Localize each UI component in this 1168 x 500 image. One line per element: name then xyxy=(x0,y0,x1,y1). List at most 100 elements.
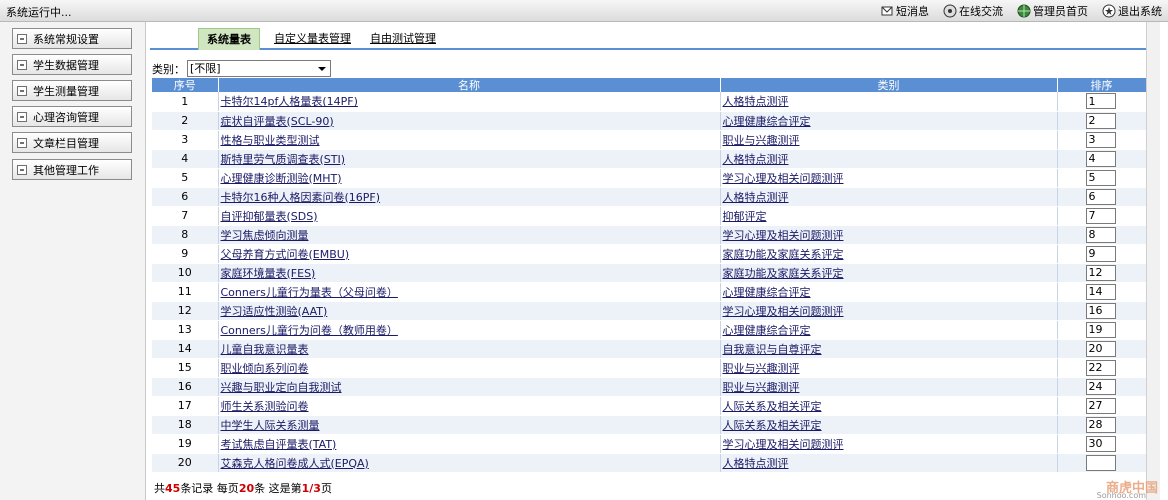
row-category-cell: 职业与兴趣测评 xyxy=(719,358,1057,378)
order-input[interactable] xyxy=(1085,378,1116,395)
sidebar-item-student-measurement[interactable]: 学生测量管理 xyxy=(12,80,132,101)
tab-system-scales[interactable]: 系统量表 xyxy=(198,28,260,50)
scale-name-link[interactable]: 职业倾向系列问卷 xyxy=(221,362,309,375)
scale-name-link[interactable]: 师生关系测验问卷 xyxy=(221,400,309,413)
category-link[interactable]: 人格特点测评 xyxy=(723,191,789,204)
scale-name-link[interactable]: 自评抑郁量表(SDS) xyxy=(221,210,318,223)
row-order-cell xyxy=(1056,377,1146,397)
table-row: 9 父母养育方式问卷(EMBU) 家庭功能及家庭关系评定 xyxy=(152,244,1146,264)
table-row: 19 考试焦虑自评量表(TAT) 学习心理及相关问题测评 xyxy=(152,434,1146,454)
table-row: 2 症状自评量表(SCL-90) 心理健康综合评定 xyxy=(152,111,1146,131)
category-link[interactable]: 家庭功能及家庭关系评定 xyxy=(723,267,844,280)
category-link[interactable]: 职业与兴趣测评 xyxy=(723,362,800,375)
order-input[interactable] xyxy=(1085,245,1116,262)
row-name-cell: 斯特里劳气质调查表(STI) xyxy=(217,149,720,169)
category-link[interactable]: 职业与兴趣测评 xyxy=(723,381,800,394)
tab-custom-scales[interactable]: 自定义量表管理 xyxy=(266,28,359,50)
scale-name-link[interactable]: 卡特尔14pf人格量表(14PF) xyxy=(221,95,358,108)
row-name-cell: 艾森克人格问卷成人式(EPQA) xyxy=(217,453,720,473)
row-category-cell: 人格特点测评 xyxy=(719,92,1057,112)
category-link[interactable]: 人格特点测评 xyxy=(723,95,789,108)
sidebar-item-articles[interactable]: 文章栏目管理 xyxy=(12,132,132,153)
row-category-cell: 学习心理及相关问题测评 xyxy=(719,434,1057,454)
message-icon xyxy=(881,6,893,16)
category-link[interactable]: 人格特点测评 xyxy=(723,457,789,470)
category-filter: 类别： [不限] xyxy=(152,60,331,77)
row-name-cell: 自评抑郁量表(SDS) xyxy=(217,206,720,226)
scale-name-link[interactable]: 斯特里劳气质调查表(STI) xyxy=(221,153,346,166)
order-input[interactable] xyxy=(1085,302,1116,319)
sidebar-item-other[interactable]: 其他管理工作 xyxy=(12,159,132,180)
scale-name-link[interactable]: 心理健康诊断测验(MHT) xyxy=(221,172,342,185)
order-input[interactable] xyxy=(1085,93,1116,110)
scale-name-link[interactable]: 性格与职业类型测试 xyxy=(221,134,320,147)
scale-name-link[interactable]: 考试焦虑自评量表(TAT) xyxy=(221,438,337,451)
order-input[interactable] xyxy=(1085,359,1116,376)
main-panel: 系统量表 自定义量表管理 自由测试管理 类别： [不限] 序号 名称 类别 排序… xyxy=(150,22,1168,500)
order-input[interactable] xyxy=(1085,264,1116,281)
order-input[interactable] xyxy=(1085,340,1116,357)
category-select[interactable]: [不限] xyxy=(187,60,331,77)
row-order-cell xyxy=(1056,111,1146,131)
category-link[interactable]: 学习心理及相关问题测评 xyxy=(723,229,844,242)
scale-name-link[interactable]: 学习适应性测验(AAT) xyxy=(221,305,328,318)
order-input[interactable] xyxy=(1085,454,1116,471)
category-link[interactable]: 学习心理及相关问题测评 xyxy=(723,305,844,318)
category-link[interactable]: 自我意识与自尊评定 xyxy=(723,343,822,356)
category-link[interactable]: 心理健康综合评定 xyxy=(723,286,811,299)
tab-bar: 系统量表 自定义量表管理 自由测试管理 xyxy=(150,26,1146,50)
scale-name-link[interactable]: 兴趣与职业定向自我测试 xyxy=(221,381,342,394)
category-link[interactable]: 心理健康综合评定 xyxy=(723,324,811,337)
order-input[interactable] xyxy=(1085,435,1116,452)
admin-home-link[interactable]: 管理员首页 xyxy=(1017,2,1088,20)
sidebar-item-student-data[interactable]: 学生数据管理 xyxy=(12,54,132,75)
row-name-cell: 职业倾向系列问卷 xyxy=(217,358,720,378)
scale-name-link[interactable]: 学习焦虑倾向测量 xyxy=(221,229,309,242)
order-input[interactable] xyxy=(1085,150,1116,167)
order-input[interactable] xyxy=(1085,226,1116,243)
order-input[interactable] xyxy=(1085,283,1116,300)
row-seq: 4 xyxy=(152,149,218,169)
scale-name-link[interactable]: 症状自评量表(SCL-90) xyxy=(221,115,334,128)
row-seq: 12 xyxy=(152,301,218,321)
scale-name-link[interactable]: 中学生人际关系测量 xyxy=(221,419,320,432)
scale-name-link[interactable]: 家庭环境量表(FES) xyxy=(221,267,316,280)
vertical-scrollbar[interactable] xyxy=(1146,22,1160,500)
menu-item-icon xyxy=(17,85,27,96)
scale-name-link[interactable]: Conners儿童行为问卷（教师用卷） xyxy=(221,324,398,337)
category-link[interactable]: 心理健康综合评定 xyxy=(723,115,811,128)
order-input[interactable] xyxy=(1085,416,1116,433)
category-link[interactable]: 人格特点测评 xyxy=(723,153,789,166)
category-link[interactable]: 学习心理及相关问题测评 xyxy=(723,438,844,451)
category-link[interactable]: 人际关系及相关评定 xyxy=(723,400,822,413)
category-link[interactable]: 职业与兴趣测评 xyxy=(723,134,800,147)
order-input[interactable] xyxy=(1085,188,1116,205)
admin-home-label: 管理员首页 xyxy=(1033,5,1088,18)
scale-name-link[interactable]: 父母养育方式问卷(EMBU) xyxy=(221,248,350,261)
row-order-cell xyxy=(1056,358,1146,378)
messages-link[interactable]: 短消息 xyxy=(880,2,929,20)
order-input[interactable] xyxy=(1085,112,1116,129)
order-input[interactable] xyxy=(1085,321,1116,338)
tab-free-tests[interactable]: 自由测试管理 xyxy=(362,28,444,50)
order-input[interactable] xyxy=(1085,131,1116,148)
order-input[interactable] xyxy=(1085,207,1116,224)
logout-link[interactable]: 退出系统 xyxy=(1102,2,1162,20)
category-link[interactable]: 家庭功能及家庭关系评定 xyxy=(723,248,844,261)
row-order-cell xyxy=(1056,320,1146,340)
scale-name-link[interactable]: 卡特尔16种人格因素问卷(16PF) xyxy=(221,191,381,204)
sidebar-item-system-settings[interactable]: 系统常规设置 xyxy=(12,28,132,49)
row-seq: 5 xyxy=(152,168,218,188)
category-link[interactable]: 人际关系及相关评定 xyxy=(723,419,822,432)
scale-name-link[interactable]: Conners儿童行为量表（父母问卷） xyxy=(221,286,398,299)
scale-name-link[interactable]: 艾森克人格问卷成人式(EPQA) xyxy=(221,457,369,470)
row-name-cell: 心理健康诊断测验(MHT) xyxy=(217,168,720,188)
online-chat-link[interactable]: 在线交流 xyxy=(943,2,1003,20)
category-link[interactable]: 抑郁评定 xyxy=(723,210,767,223)
table-row: 14 儿童自我意识量表 自我意识与自尊评定 xyxy=(152,339,1146,359)
sidebar-item-counseling[interactable]: 心理咨询管理 xyxy=(12,106,132,127)
order-input[interactable] xyxy=(1085,169,1116,186)
scale-name-link[interactable]: 儿童自我意识量表 xyxy=(221,343,309,356)
category-link[interactable]: 学习心理及相关问题测评 xyxy=(723,172,844,185)
order-input[interactable] xyxy=(1085,397,1116,414)
